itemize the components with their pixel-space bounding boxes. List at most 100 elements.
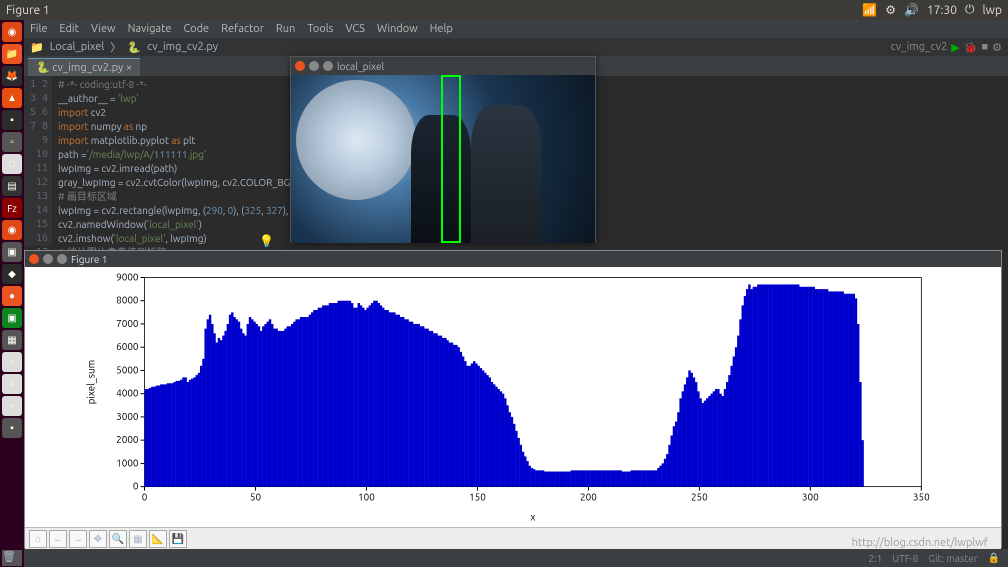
back-icon[interactable]: ←	[49, 530, 67, 548]
figure-title: Figure 1	[71, 254, 107, 265]
svg-text:x: x	[530, 511, 535, 522]
svg-text:0: 0	[133, 481, 139, 492]
launcher-terminal[interactable]: ▪	[2, 110, 22, 130]
svg-text:pixel_sum: pixel_sum	[86, 360, 97, 405]
svg-text:8000: 8000	[116, 295, 139, 306]
svg-text:300: 300	[802, 492, 819, 503]
svg-text:200: 200	[580, 492, 597, 503]
svg-text:350: 350	[913, 492, 930, 503]
subplot-icon[interactable]: ▦	[129, 530, 147, 548]
launcher-app6[interactable]: ◆	[2, 264, 22, 284]
menu-navigate[interactable]: Navigate	[128, 23, 172, 35]
menu-code[interactable]: Code	[183, 23, 209, 35]
preview-image	[291, 75, 595, 243]
tab-label: cv_img_cv2.py	[52, 62, 123, 74]
launcher-app3[interactable]: □	[2, 154, 22, 174]
launcher-app4[interactable]: ▤	[2, 176, 22, 196]
minimize-icon[interactable]	[309, 61, 319, 71]
svg-text:50: 50	[250, 492, 262, 503]
tool-icon[interactable]: ⚙	[992, 41, 1002, 54]
svg-text:150: 150	[469, 492, 486, 503]
matplotlib-figure-window: Figure 1 0100020003000400050006000700080…	[24, 250, 1002, 548]
maximize-icon[interactable]	[323, 61, 333, 71]
window-title: Figure 1	[6, 4, 862, 17]
tab-file[interactable]: 🐍 cv_img_cv2.py ×	[28, 58, 140, 76]
launcher-app7[interactable]: ●	[2, 286, 22, 306]
pan-icon[interactable]: ✥	[89, 530, 107, 548]
run-config[interactable]: cv_img_cv2	[891, 41, 948, 53]
launcher-firefox[interactable]: 🦊	[2, 66, 22, 86]
launcher-app8[interactable]: ▦	[2, 330, 22, 350]
opencv-preview-window[interactable]: local_pixel	[290, 56, 596, 242]
unity-launcher: ◉ 📁 🦊 ▲ ▪ ▫ □ ▤ Fz ◉ ▣ ◆ ● ▣ ▦ ▫ ▫ ▫ ▪	[0, 20, 24, 567]
home-icon[interactable]: ⌂	[29, 530, 47, 548]
intention-bulb-icon[interactable]: 💡	[259, 234, 274, 248]
run-icon[interactable]: ▶	[951, 41, 959, 54]
close-icon[interactable]: ×	[126, 62, 132, 74]
menu-tools[interactable]: Tools	[307, 23, 333, 35]
axis-icon[interactable]: 📐	[149, 530, 167, 548]
minimize-icon[interactable]	[43, 254, 53, 264]
save-icon[interactable]: 💾	[169, 530, 187, 548]
line-gutter: 1 2 3 4 5 6 7 8 9 10 11 12 13 14 15 16 1…	[24, 76, 52, 246]
forward-icon[interactable]: →	[69, 530, 87, 548]
menu-edit[interactable]: Edit	[59, 23, 79, 35]
maximize-icon[interactable]	[57, 254, 67, 264]
svg-text:6000: 6000	[116, 341, 139, 352]
network-icon[interactable]: 📶	[862, 3, 877, 17]
launcher-ubuntu[interactable]: ◉	[2, 220, 22, 240]
launcher-trash[interactable]: 🗑	[2, 550, 22, 566]
svg-text:250: 250	[691, 492, 708, 503]
power-icon[interactable]: ⏻	[965, 3, 975, 17]
launcher-app2[interactable]: ▫	[2, 132, 22, 152]
stop-icon[interactable]: ■	[981, 41, 988, 53]
launcher-app5[interactable]: ▣	[2, 242, 22, 262]
menu-vcs[interactable]: VCS	[345, 23, 365, 35]
menu-window[interactable]: Window	[377, 23, 418, 35]
time-label: 17:30	[927, 4, 957, 17]
menu-refactor[interactable]: Refactor	[221, 23, 264, 35]
menu-view[interactable]: View	[91, 23, 116, 35]
menu-run[interactable]: Run	[276, 23, 295, 35]
preview-title: local_pixel	[337, 61, 384, 72]
launcher-files[interactable]: 📁	[2, 44, 22, 64]
ide-statusbar: 2:1 UTF-8 Git: master 🔒	[24, 549, 1008, 567]
svg-text:3000: 3000	[116, 411, 139, 422]
plot-svg: 0100020003000400050006000700080009000050…	[25, 267, 1001, 527]
close-icon[interactable]	[29, 254, 39, 264]
svg-text:100: 100	[358, 492, 375, 503]
launcher-app1[interactable]: ▲	[2, 88, 22, 108]
svg-text:5000: 5000	[116, 364, 139, 375]
svg-text:7000: 7000	[116, 318, 139, 329]
watermark: http://blog.csdn.net/lwplwf	[852, 537, 988, 549]
cursor-pos: 2:1	[869, 553, 883, 564]
launcher-app9[interactable]: ▫	[2, 352, 22, 372]
menu-help[interactable]: Help	[430, 23, 453, 35]
menu-file[interactable]: File	[30, 23, 47, 35]
breadcrumb-file[interactable]: cv_img_cv2.py	[147, 41, 218, 53]
plot-canvas[interactable]: 0100020003000400050006000700080009000050…	[25, 267, 1001, 527]
svg-text:1000: 1000	[116, 457, 139, 468]
settings-icon[interactable]: ⚙	[885, 3, 896, 17]
zoom-icon[interactable]: 🔍	[109, 530, 127, 548]
launcher-app11[interactable]: ▫	[2, 396, 22, 416]
folder-icon: 📁	[30, 41, 44, 54]
breadcrumb-folder[interactable]: Local_pixel	[50, 41, 105, 53]
launcher-filezilla[interactable]: Fz	[2, 198, 22, 218]
launcher-app12[interactable]: ▪	[2, 418, 22, 438]
preview-titlebar: local_pixel	[291, 57, 595, 75]
git-branch: Git: master	[928, 553, 977, 564]
sound-icon[interactable]: 🔊	[904, 3, 919, 17]
python-icon: 🐍	[127, 41, 141, 54]
user-label: lwp	[983, 4, 1002, 17]
launcher-app10[interactable]: ▫	[2, 374, 22, 394]
debug-icon[interactable]: 🐞	[964, 41, 978, 54]
launcher-pycharm[interactable]: ▣	[2, 308, 22, 328]
svg-text:4000: 4000	[116, 388, 139, 399]
figure-titlebar: Figure 1	[25, 251, 1001, 267]
close-icon[interactable]	[295, 61, 305, 71]
chevron-right-icon: 〉	[110, 39, 121, 55]
lock-icon: 🔒	[988, 552, 1000, 564]
launcher-dash[interactable]: ◉	[2, 22, 22, 42]
svg-text:0: 0	[142, 492, 148, 503]
